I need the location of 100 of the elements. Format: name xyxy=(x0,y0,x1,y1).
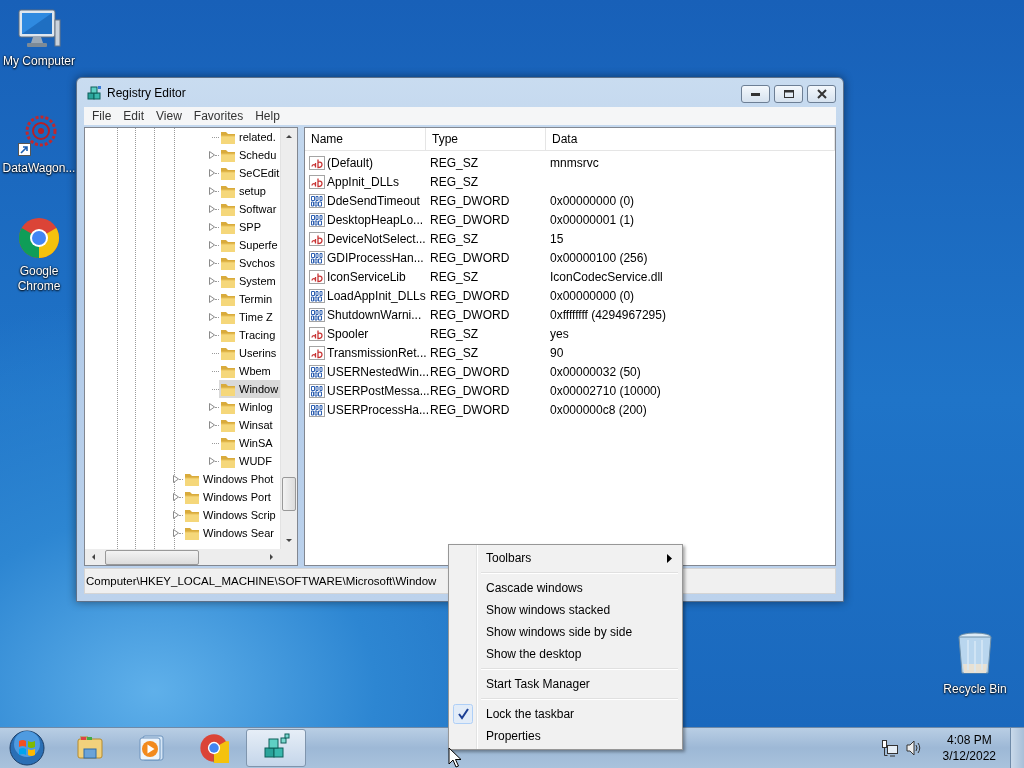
value-name[interactable]: Spooler xyxy=(327,326,369,341)
folder-icon xyxy=(220,417,236,433)
value-data: 0xffffffff (4294967295) xyxy=(549,306,667,324)
expand-arrow-icon[interactable] xyxy=(209,151,215,159)
value-name[interactable]: TransmissionRet... xyxy=(327,345,427,360)
expand-arrow-icon[interactable] xyxy=(209,187,215,195)
menu-item[interactable]: File xyxy=(86,109,118,123)
value-name[interactable]: USERPostMessa... xyxy=(327,383,430,398)
expand-arrow-icon[interactable] xyxy=(209,169,215,177)
folder-icon xyxy=(220,273,236,289)
expand-arrow-icon[interactable] xyxy=(209,223,215,231)
expand-arrow-icon[interactable] xyxy=(209,277,215,285)
network-icon[interactable] xyxy=(880,739,899,757)
value-name[interactable]: (Default) xyxy=(327,155,373,170)
menu-item[interactable]: Show windows stacked xyxy=(451,599,680,621)
value-name[interactable]: GDIProcessHan... xyxy=(327,250,424,265)
expand-arrow-icon[interactable] xyxy=(173,511,179,519)
expand-arrow-icon[interactable] xyxy=(173,493,179,501)
binary-value-icon xyxy=(309,382,325,399)
folder-icon xyxy=(220,201,236,217)
menu-item[interactable]: Start Task Manager xyxy=(451,673,680,695)
horizontal-scrollbar[interactable] xyxy=(85,549,280,565)
binary-value-icon xyxy=(309,249,325,266)
menu-item[interactable]: Favorites xyxy=(187,109,250,123)
folder-icon xyxy=(184,489,200,505)
value-data: 0x00000001 (1) xyxy=(549,211,636,229)
vertical-scrollbar[interactable] xyxy=(280,128,297,549)
expand-arrow-icon[interactable] xyxy=(209,313,215,321)
value-name[interactable]: AppInit_DLLs xyxy=(327,174,400,189)
expand-arrow-icon[interactable] xyxy=(209,205,215,213)
value-name[interactable]: DeviceNotSelect... xyxy=(327,231,426,246)
expand-arrow-icon[interactable] xyxy=(209,457,215,465)
string-value-icon xyxy=(309,173,325,190)
folder-icon xyxy=(220,399,236,415)
expand-arrow-icon[interactable] xyxy=(173,529,179,537)
value-type: REG_DWORD xyxy=(429,192,511,210)
menu-item[interactable]: Properties xyxy=(451,725,680,747)
expand-arrow-icon[interactable] xyxy=(209,241,215,249)
value-name[interactable]: ShutdownWarni... xyxy=(327,307,422,322)
value-name[interactable]: IconServiceLib xyxy=(327,269,406,284)
column-header[interactable]: Data xyxy=(546,128,835,150)
folder-icon xyxy=(220,165,236,181)
expand-arrow-icon[interactable] xyxy=(209,331,215,339)
value-name[interactable]: DesktopHeapLo... xyxy=(327,212,424,227)
menu-item[interactable]: View xyxy=(150,109,188,123)
expand-arrow-icon[interactable] xyxy=(209,421,215,429)
value-name[interactable]: USERProcessHa... xyxy=(327,402,430,417)
value-data: 0x00000000 (0) xyxy=(549,192,636,210)
scroll-thumb[interactable] xyxy=(105,550,199,565)
string-value-icon xyxy=(309,344,325,361)
column-header[interactable]: Type xyxy=(426,128,546,150)
show-desktop-button[interactable] xyxy=(1010,728,1024,768)
value-data: yes xyxy=(549,325,570,343)
value-type: REG_SZ xyxy=(429,154,479,172)
computer-icon xyxy=(17,8,61,50)
value-type: REG_SZ xyxy=(429,344,479,362)
close-button[interactable] xyxy=(807,85,836,103)
value-name[interactable]: USERNestedWin... xyxy=(327,364,430,379)
clock-time[interactable]: 4:08 PM xyxy=(946,732,992,748)
clock-date[interactable]: 3/12/2022 xyxy=(942,748,996,764)
folder-icon xyxy=(220,309,236,325)
browser-icon xyxy=(17,216,61,260)
expand-arrow-icon[interactable] xyxy=(209,403,215,411)
menu-item[interactable]: Help xyxy=(249,109,286,123)
expand-arrow-icon[interactable] xyxy=(173,475,179,483)
value-name[interactable]: DdeSendTimeout xyxy=(327,193,420,208)
tree-item[interactable]: Window xyxy=(219,380,280,398)
value-type: REG_DWORD xyxy=(429,382,511,400)
minimize-icon xyxy=(751,92,760,96)
folder-icon xyxy=(220,291,236,307)
expand-arrow-icon[interactable] xyxy=(209,295,215,303)
maximize-button[interactable] xyxy=(774,85,803,103)
value-type: REG_DWORD xyxy=(429,287,511,305)
string-value-icon xyxy=(309,230,325,247)
value-name[interactable]: LoadAppInit_DLLs xyxy=(327,288,426,303)
value-type: REG_DWORD xyxy=(429,363,511,381)
value-type: REG_DWORD xyxy=(429,401,511,419)
menu-item[interactable]: Edit xyxy=(117,109,151,123)
menu-item[interactable]: Show the desktop xyxy=(451,643,680,665)
binary-value-icon xyxy=(309,211,325,228)
menu-item[interactable]: Show windows side by side xyxy=(451,621,680,643)
value-data: 0x000000c8 (200) xyxy=(549,401,648,419)
menu-item[interactable]: Toolbars xyxy=(451,547,680,569)
expand-arrow-icon[interactable] xyxy=(209,259,215,267)
value-type: REG_DWORD xyxy=(429,249,511,267)
speaker-icon[interactable] xyxy=(904,739,923,757)
status-path: Computer\HKEY_LOCAL_MACHINE\SOFTWARE\Microsoft\Window xyxy=(86,575,437,587)
windows-logo-icon xyxy=(9,730,45,766)
folder-icon xyxy=(220,453,236,469)
menu-item[interactable]: Lock the taskbar xyxy=(451,703,680,725)
scroll-thumb[interactable] xyxy=(282,477,296,511)
binary-value-icon xyxy=(309,287,325,304)
folder-icon xyxy=(220,381,236,397)
taskbar-button[interactable] xyxy=(246,729,306,767)
minimize-button[interactable] xyxy=(741,85,770,103)
string-value-icon xyxy=(309,154,325,171)
column-header[interactable]: Name xyxy=(305,128,426,150)
value-type: REG_SZ xyxy=(429,268,479,286)
value-data: 0x00000000 (0) xyxy=(549,287,636,305)
menu-item[interactable]: Cascade windows xyxy=(451,577,680,599)
